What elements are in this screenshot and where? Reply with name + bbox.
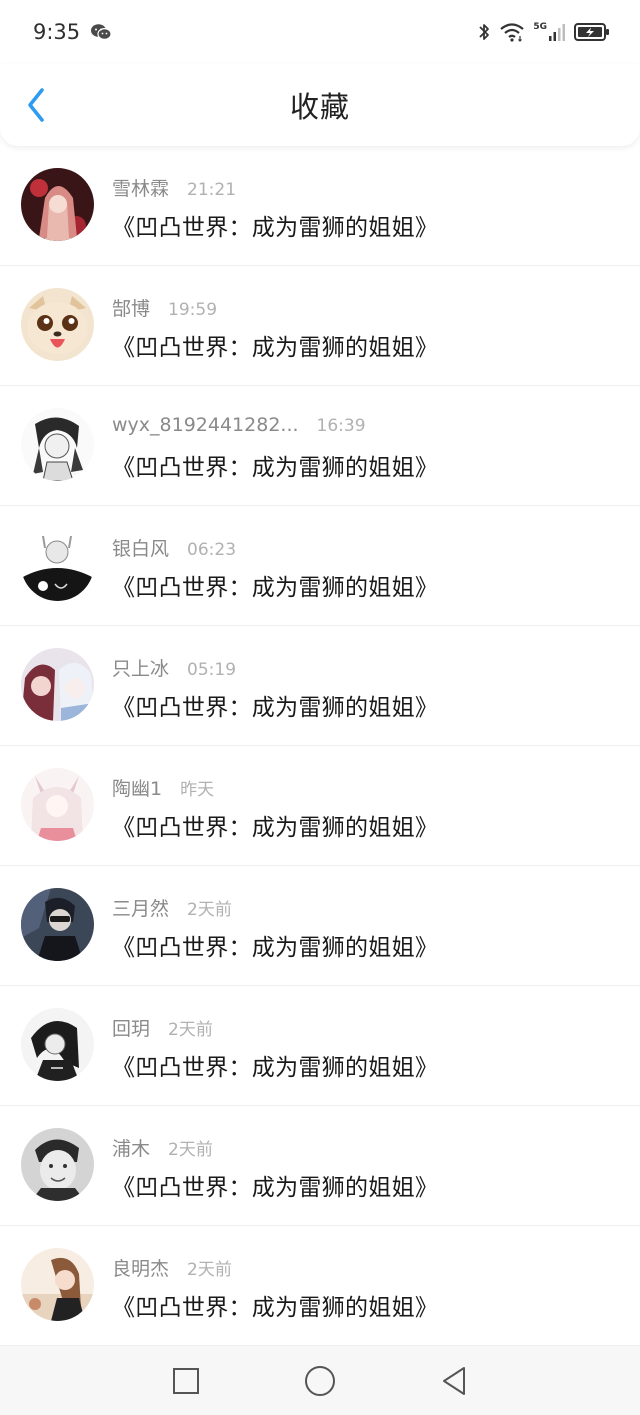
item-text: 雪林霖 21:21 《凹凸世界：成为雷狮的姐姐》 — [112, 174, 620, 242]
avatar[interactable] — [21, 1248, 94, 1321]
page-title: 收藏 — [289, 90, 350, 124]
item-meta: 郜博 19:59 — [112, 294, 620, 320]
item-meta: 只上冰 05:19 — [112, 654, 620, 680]
item-text: 良明杰 2天前 《凹凸世界：成为雷狮的姐姐》 — [112, 1254, 620, 1322]
system-nav-bar — [0, 1346, 640, 1415]
username: 三月然 — [112, 898, 170, 920]
item-text: 三月然 2天前 《凹凸世界：成为雷狮的姐姐》 — [112, 894, 620, 962]
item-meta: 浦木 2天前 — [112, 1134, 620, 1160]
battery-charging-icon — [574, 22, 610, 42]
timestamp: 2天前 — [168, 1020, 213, 1040]
item-meta: 雪林霖 21:21 — [112, 174, 620, 200]
item-text: 浦木 2天前 《凹凸世界：成为雷狮的姐姐》 — [112, 1134, 620, 1202]
list-item[interactable]: 陶幽1 昨天 《凹凸世界：成为雷狮的姐姐》 — [0, 746, 640, 866]
avatar[interactable] — [21, 888, 94, 961]
username: 回玥 — [112, 1018, 151, 1040]
app-header: 收藏 — [0, 64, 640, 146]
list-item[interactable]: 良明杰 2天前 《凹凸世界：成为雷狮的姐姐》 — [0, 1226, 640, 1346]
chevron-left-icon — [28, 88, 44, 122]
item-meta: 银白风 06:23 — [112, 534, 620, 560]
timestamp: 21:21 — [187, 180, 237, 200]
item-text: 陶幽1 昨天 《凹凸世界：成为雷狮的姐姐》 — [112, 774, 620, 842]
avatar[interactable] — [21, 1128, 94, 1201]
status-right: 5G — [477, 21, 610, 43]
list-item[interactable]: 银白风 06:23 《凹凸世界：成为雷狮的姐姐》 — [0, 506, 640, 626]
item-text: wyx_8192441282... 16:39 《凹凸世界：成为雷狮的姐姐》 — [112, 414, 620, 482]
avatar[interactable] — [21, 648, 94, 721]
book-title: 《凹凸世界：成为雷狮的姐姐》 — [112, 935, 439, 961]
back-button[interactable] — [18, 80, 54, 130]
item-text: 回玥 2天前 《凹凸世界：成为雷狮的姐姐》 — [112, 1014, 620, 1082]
list-item[interactable]: 只上冰 05:19 《凹凸世界：成为雷狮的姐姐》 — [0, 626, 640, 746]
list-item[interactable]: 三月然 2天前 《凹凸世界：成为雷狮的姐姐》 — [0, 866, 640, 986]
timestamp: 16:39 — [316, 416, 366, 436]
timestamp: 06:23 — [187, 540, 237, 560]
square-recents-icon — [173, 1367, 199, 1394]
timestamp: 2天前 — [168, 1140, 213, 1160]
item-meta: 良明杰 2天前 — [112, 1254, 620, 1280]
avatar[interactable] — [21, 528, 94, 601]
book-title: 《凹凸世界：成为雷狮的姐姐》 — [112, 575, 439, 601]
wifi-icon — [499, 22, 525, 42]
username: wyx_8192441282... — [112, 414, 299, 436]
book-title: 《凹凸世界：成为雷狮的姐姐》 — [112, 1295, 439, 1321]
book-title: 《凹凸世界：成为雷狮的姐姐》 — [112, 455, 439, 481]
circle-home-icon — [305, 1365, 335, 1396]
bluetooth-icon — [477, 21, 491, 43]
username: 郜博 — [112, 298, 151, 320]
username: 银白风 — [112, 538, 170, 560]
book-title: 《凹凸世界：成为雷狮的姐姐》 — [112, 335, 439, 361]
item-meta: 陶幽1 昨天 — [112, 774, 620, 800]
book-title: 《凹凸世界：成为雷狮的姐姐》 — [112, 1055, 439, 1081]
username: 陶幽1 — [112, 778, 163, 800]
timestamp: 昨天 — [180, 780, 215, 800]
username: 只上冰 — [112, 658, 170, 680]
list-item[interactable]: 雪林霖 21:21 《凹凸世界：成为雷狮的姐姐》 — [0, 146, 640, 266]
avatar[interactable] — [21, 768, 94, 841]
item-meta: 回玥 2天前 — [112, 1014, 620, 1040]
item-meta: wyx_8192441282... 16:39 — [112, 414, 620, 440]
wechat-icon — [90, 23, 112, 41]
home-button[interactable] — [300, 1361, 340, 1401]
triangle-back-icon — [443, 1366, 465, 1395]
list-item[interactable]: 回玥 2天前 《凹凸世界：成为雷狮的姐姐》 — [0, 986, 640, 1106]
item-meta: 三月然 2天前 — [112, 894, 620, 920]
status-time: 9:35 — [33, 20, 81, 44]
book-title: 《凹凸世界：成为雷狮的姐姐》 — [112, 695, 439, 721]
avatar[interactable] — [21, 168, 94, 241]
signal-icon: 5G — [533, 22, 566, 42]
list-item[interactable]: 郜博 19:59 《凹凸世界：成为雷狮的姐姐》 — [0, 266, 640, 386]
book-title: 《凹凸世界：成为雷狮的姐姐》 — [112, 1175, 439, 1201]
timestamp: 2天前 — [187, 1260, 232, 1280]
username: 浦木 — [112, 1138, 151, 1160]
item-text: 只上冰 05:19 《凹凸世界：成为雷狮的姐姐》 — [112, 654, 620, 722]
username: 良明杰 — [112, 1258, 170, 1280]
list-item[interactable]: wyx_8192441282... 16:39 《凹凸世界：成为雷狮的姐姐》 — [0, 386, 640, 506]
item-text: 银白风 06:23 《凹凸世界：成为雷狮的姐姐》 — [112, 534, 620, 602]
list-item[interactable]: 浦木 2天前 《凹凸世界：成为雷狮的姐姐》 — [0, 1106, 640, 1226]
favorites-list: 雪林霖 21:21 《凹凸世界：成为雷狮的姐姐》 郜博 19:59 《凹凸世界：… — [0, 146, 640, 1346]
item-text: 郜博 19:59 《凹凸世界：成为雷狮的姐姐》 — [112, 294, 620, 362]
avatar[interactable] — [21, 408, 94, 481]
avatar[interactable] — [21, 288, 94, 361]
book-title: 《凹凸世界：成为雷狮的姐姐》 — [112, 815, 439, 841]
back-nav-button[interactable] — [434, 1361, 474, 1401]
avatar[interactable] — [21, 1008, 94, 1081]
status-left: 9:35 — [33, 20, 112, 44]
timestamp: 05:19 — [187, 660, 237, 680]
book-title: 《凹凸世界：成为雷狮的姐姐》 — [112, 215, 439, 241]
timestamp: 2天前 — [187, 900, 232, 920]
status-bar: 9:35 5G — [0, 0, 640, 64]
recents-button[interactable] — [166, 1361, 206, 1401]
timestamp: 19:59 — [168, 300, 218, 320]
network-label: 5G — [533, 22, 547, 32]
username: 雪林霖 — [112, 178, 170, 200]
